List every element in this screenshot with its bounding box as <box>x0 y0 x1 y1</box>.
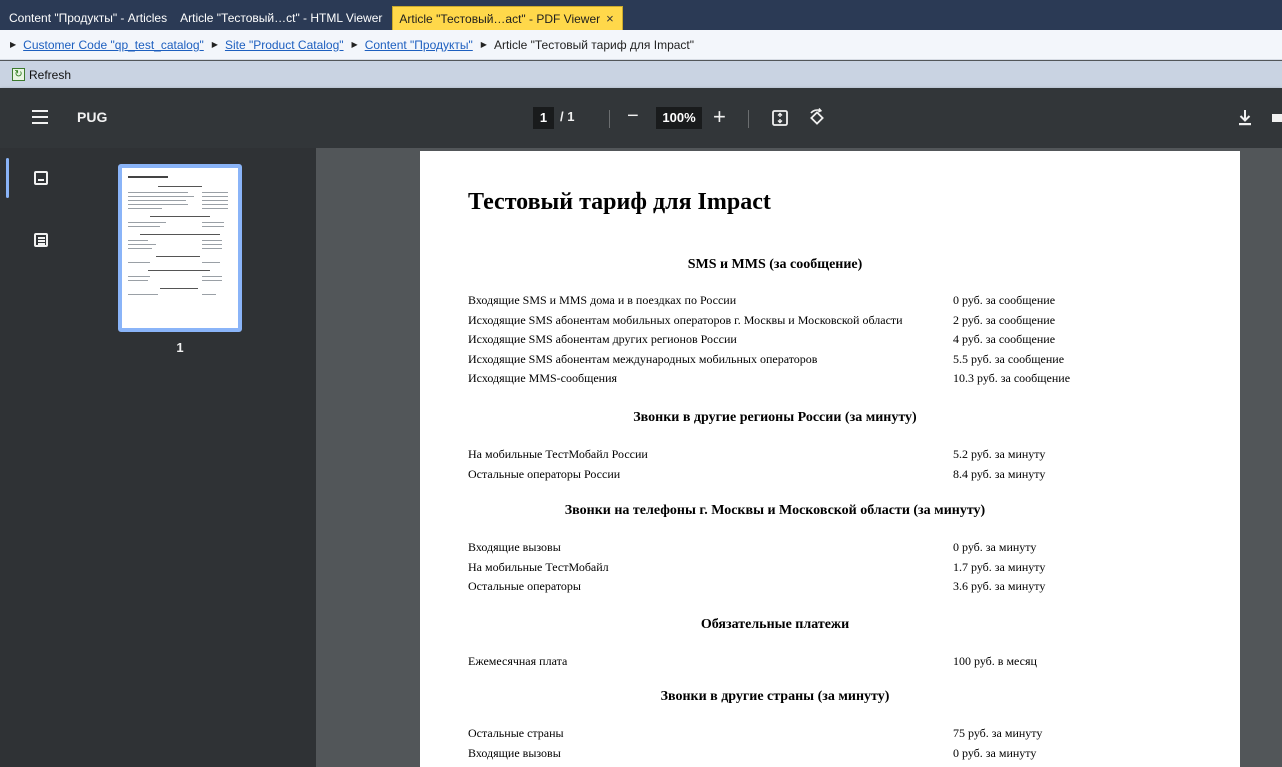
tariff-name: На мобильные ТестМобайл России <box>468 447 648 461</box>
thumbnail-page-number: 1 <box>176 340 184 355</box>
tab-label: Content "Продукты" - Articles <box>9 11 168 25</box>
tariff-price: 0 руб. за минуту <box>953 540 1037 554</box>
zoom-input[interactable]: 100% <box>656 107 702 129</box>
refresh-icon: ↻ <box>12 68 25 81</box>
zoom-out-button[interactable]: − <box>627 105 639 128</box>
tab-bar: Content "Продукты" - Articles Article "Т… <box>0 0 1282 30</box>
tariff-price: 2 руб. за сообщение <box>953 312 1056 327</box>
page-thumbnail[interactable] <box>118 164 242 332</box>
tariff-name: Входящие SMS и MMS дома и в поездках по … <box>468 293 737 307</box>
page-total: / 1 <box>560 109 575 124</box>
tariff-price: 5.5 руб. за сообщение <box>953 351 1065 366</box>
page-number-input[interactable]: 1 <box>533 107 554 129</box>
breadcrumb-site[interactable]: Site "Product Catalog" <box>225 38 344 52</box>
breadcrumb-content[interactable]: Content "Продукты" <box>365 38 473 52</box>
menu-icon[interactable] <box>32 110 48 124</box>
thumbnails-icon[interactable] <box>34 171 48 185</box>
section-heading: Обязательные платежи <box>700 617 850 632</box>
section-heading: SMS и MMS (за сообщение) <box>687 257 863 272</box>
tariff-name: Остальные операторы <box>468 579 581 593</box>
section-heading: Звонки в другие регионы России (за минут… <box>633 410 917 425</box>
document-outline-icon[interactable] <box>34 233 48 247</box>
tariff-price: 5.2 руб. за минуту <box>953 447 1046 461</box>
tariff-name: Входящие вызовы <box>468 540 561 554</box>
tariff-price: 100 руб. в месяц <box>953 654 1037 668</box>
tariff-price: 75 руб. за минуту <box>953 726 1043 740</box>
refresh-button[interactable]: ↻ Refresh <box>12 68 71 82</box>
close-tab-icon[interactable]: × <box>606 7 614 31</box>
tab-label: Article "Тестовый…ct" - HTML Viewer <box>180 11 383 25</box>
breadcrumb-customer-code[interactable]: Customer Code "qp_test_catalog" <box>23 38 204 52</box>
breadcrumb: ▶ Customer Code "qp_test_catalog" ▶ Site… <box>0 30 1282 60</box>
tariff-name: Исходящие SMS абонентам международных мо… <box>468 351 818 366</box>
tariff-price: 1.7 руб. за минуту <box>953 559 1046 574</box>
chevron-right-icon: ▶ <box>10 40 17 49</box>
tariff-name: Остальные операторы России <box>468 466 621 481</box>
document-title: PUG <box>77 109 108 125</box>
zoom-in-button[interactable]: + <box>713 104 726 130</box>
refresh-label: Refresh <box>29 67 72 82</box>
tab-label: Article "Тестовый…act" - PDF Viewer <box>399 11 601 26</box>
fit-page-icon[interactable] <box>772 110 788 126</box>
rotate-icon[interactable] <box>807 108 827 128</box>
download-icon[interactable] <box>1237 109 1253 127</box>
tab-pdf-viewer[interactable]: Article "Тестовый…act" - PDF Viewer × <box>392 6 623 31</box>
tariff-name: Входящие вызовы <box>468 745 561 760</box>
document-heading: Тестовый тариф для Impact <box>468 189 771 215</box>
tariff-price: 0 руб. за сообщение <box>953 293 1056 307</box>
tariff-name: На мобильные ТестМобайл <box>468 559 609 574</box>
tab-html-viewer[interactable]: Article "Тестовый…ct" - HTML Viewer <box>177 6 392 30</box>
section-heading: Звонки на телефоны г. Москвы и Московско… <box>564 503 986 518</box>
pdf-toolbar: PUG 1 / 1 − 100% + <box>0 88 1282 148</box>
toolbar-divider <box>748 110 749 128</box>
tariff-price: 0 руб. за минуту <box>953 745 1037 760</box>
tariff-name: Остальные страны <box>468 726 564 740</box>
tariff-price: 8.4 руб. за минуту <box>953 466 1046 481</box>
action-toolbar: ↻ Refresh <box>0 61 1282 88</box>
tariff-price: 3.6 руб. за минуту <box>953 579 1046 593</box>
tariff-name: Исходящие SMS абонентам других регионов … <box>468 332 737 346</box>
breadcrumb-article: Article "Тестовый тариф для Impact" <box>493 37 695 52</box>
tariff-name: Исходящие SMS абонентам мобильных операт… <box>468 312 903 327</box>
chevron-right-icon: ▶ <box>211 40 218 49</box>
tariff-name: Исходящие MMS-сообщения <box>468 371 618 385</box>
thumbnail-sidebar: 1 <box>0 148 316 767</box>
pdf-page: Тестовый тариф для Impact SMS и MMS (за … <box>420 151 1240 767</box>
section-heading: Звонки в другие страны (за минуту) <box>660 689 890 704</box>
tariff-name: Ежемесячная плата <box>468 654 568 668</box>
tab-content-articles[interactable]: Content "Продукты" - Articles <box>6 6 177 30</box>
pdf-viewer-area[interactable]: Тестовый тариф для Impact SMS и MMS (за … <box>316 148 1282 767</box>
tariff-price: 4 руб. за сообщение <box>953 332 1056 346</box>
chevron-right-icon: ▶ <box>480 40 487 49</box>
chevron-right-icon: ▶ <box>351 40 358 49</box>
active-indicator <box>6 158 9 198</box>
tariff-price: 10.3 руб. за сообщение <box>953 371 1071 385</box>
print-icon[interactable] <box>1272 110 1282 126</box>
toolbar-divider <box>609 110 610 128</box>
